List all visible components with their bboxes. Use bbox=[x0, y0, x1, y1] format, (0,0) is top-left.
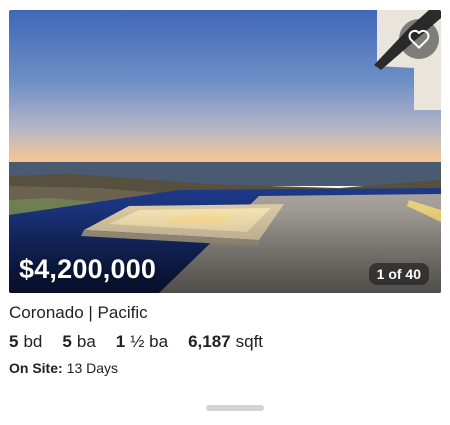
listing-price: $4,200,000 bbox=[19, 254, 157, 284]
on-site-label: On Site: bbox=[9, 360, 63, 376]
listing-address[interactable]: Coronado | Pacific bbox=[9, 303, 148, 323]
half-baths-fact: 1½ ba bbox=[115, 332, 169, 351]
beds-fact: 5 bd bbox=[9, 332, 43, 351]
drag-handle[interactable] bbox=[206, 405, 264, 411]
photo-image bbox=[9, 10, 441, 293]
favorite-button[interactable] bbox=[399, 19, 439, 59]
baths-fact: 5 ba bbox=[62, 332, 96, 351]
listing-facts: 5 bd 5 ba 1½ ba 6,187 sqft bbox=[9, 332, 283, 352]
listing-photo[interactable]: $4,200,000 1 of 40 bbox=[9, 10, 441, 293]
on-site-duration: On Site: 13 Days bbox=[9, 360, 118, 376]
sqft-fact: 6,187 sqft bbox=[188, 332, 264, 351]
heart-icon bbox=[408, 29, 430, 49]
photo-counter: 1 of 40 bbox=[368, 263, 429, 285]
listing-card[interactable]: $4,200,000 1 of 40 Coronado | Pacific 5b… bbox=[0, 0, 450, 425]
on-site-value: 13 Days bbox=[66, 360, 119, 376]
